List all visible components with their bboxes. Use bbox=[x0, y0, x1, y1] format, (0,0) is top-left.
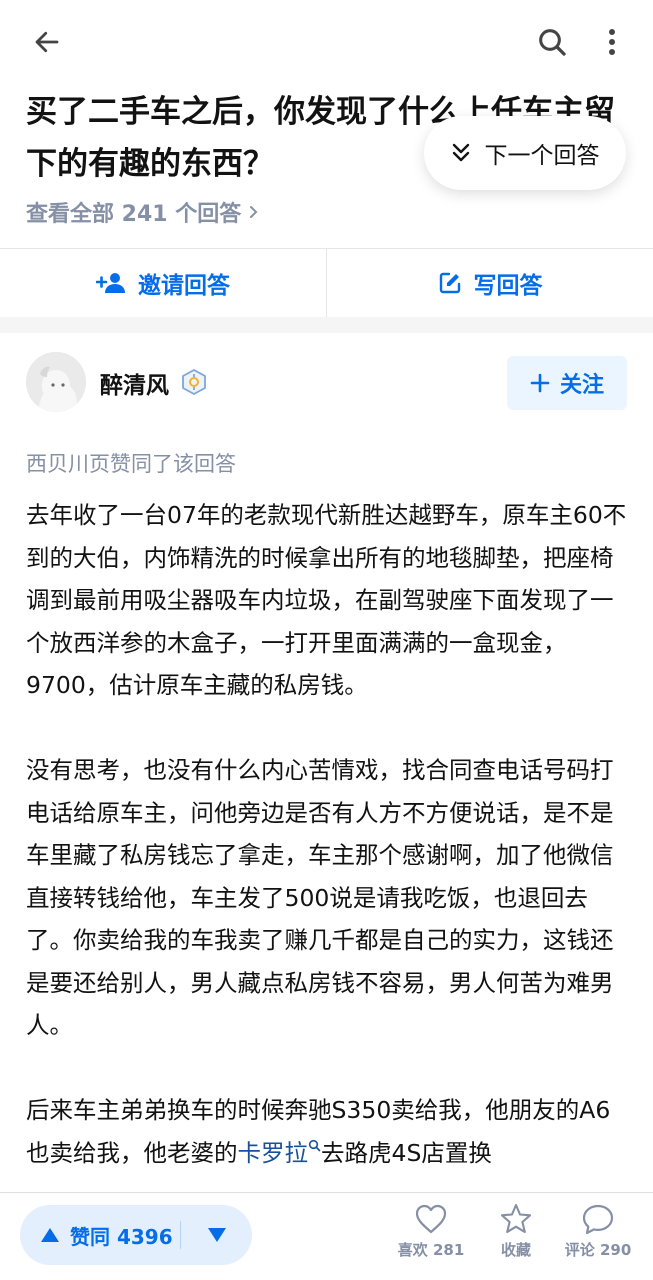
invite-answer-button[interactable]: 邀请回答 bbox=[0, 249, 326, 317]
keyword-label: 卡罗拉 bbox=[237, 1138, 309, 1167]
more-vertical-icon bbox=[609, 29, 615, 55]
chevron-right-icon bbox=[250, 206, 258, 218]
voters-note: 西贝川页赞同了该回答 bbox=[26, 452, 236, 476]
follow-button[interactable]: 关注 bbox=[507, 356, 627, 410]
answer-paragraph: 去年收了一台07年的老款现代新胜达越野车，原车主60不到的大伯，内饰精洗的时候拿… bbox=[26, 501, 627, 699]
vote-count: 赞同 4396 bbox=[70, 1224, 173, 1249]
search-icon bbox=[539, 29, 566, 56]
star-icon bbox=[500, 1203, 532, 1234]
author-name[interactable]: 醉清风 bbox=[100, 366, 169, 400]
view-all-answers-label: 查看全部 241 个回答 bbox=[26, 202, 242, 227]
default-avatar-icon bbox=[26, 352, 86, 412]
badge-icon bbox=[182, 368, 206, 396]
plus-icon bbox=[530, 373, 550, 393]
next-answer-label: 下一个回答 bbox=[484, 143, 600, 169]
invite-answer-label: 邀请回答 bbox=[138, 273, 230, 299]
comment-button[interactable]: 评论 290 bbox=[563, 1203, 633, 1260]
view-all-answers-link[interactable]: 查看全部 241 个回答 bbox=[26, 196, 259, 228]
answer-content: 去年收了一台07年的老款现代新胜达越野车，原车主60不到的大伯，内饰精洗的时候拿… bbox=[26, 494, 631, 1217]
favorite-button[interactable]: 收藏 bbox=[481, 1203, 551, 1260]
search-keyword-icon bbox=[308, 1139, 321, 1151]
bottom-action-bar: 赞同 4396 喜欢 281 收藏 评论 290 bbox=[0, 1192, 653, 1280]
back-arrow-icon bbox=[35, 31, 59, 53]
write-answer-label: 写回答 bbox=[473, 273, 543, 299]
answer-paragraph: 没有思考，也没有什么内心苦情戏，找合同查电话号码打电话给原车主，问他旁边是否有人… bbox=[26, 756, 614, 1039]
vote-down-icon bbox=[207, 1228, 226, 1242]
avatar[interactable] bbox=[26, 352, 86, 412]
edit-icon bbox=[439, 272, 460, 294]
write-answer-button[interactable]: 写回答 bbox=[327, 249, 653, 317]
back-button[interactable] bbox=[20, 20, 74, 64]
like-button[interactable]: 喜欢 281 bbox=[396, 1203, 466, 1260]
vote-pill: 赞同 4396 bbox=[20, 1205, 252, 1265]
vote-down-button[interactable] bbox=[181, 1227, 252, 1243]
section-separator bbox=[0, 317, 653, 333]
comment-label: 评论 290 bbox=[564, 1241, 632, 1259]
vote-up-icon bbox=[41, 1228, 59, 1242]
favorite-label: 收藏 bbox=[500, 1241, 531, 1259]
heart-icon bbox=[415, 1204, 447, 1234]
follow-label: 关注 bbox=[559, 373, 604, 398]
like-label: 喜欢 281 bbox=[397, 1241, 465, 1259]
answer-paragraph: 后来车主弟弟换车的时候奔驰S350卖给我，他朋友的A6也卖给我，他老婆的卡罗拉去… bbox=[26, 1089, 631, 1174]
vote-up-button[interactable]: 赞同 4396 bbox=[20, 1221, 180, 1250]
answer-text: 去路虎4S店置换 bbox=[321, 1138, 492, 1167]
top-bar bbox=[0, 0, 653, 84]
question-action-bar: 邀请回答 写回答 bbox=[0, 249, 653, 317]
author-row: 醉清风 关注 bbox=[26, 352, 627, 414]
next-answer-button[interactable]: 下一个回答 bbox=[424, 116, 626, 190]
add-user-icon bbox=[96, 273, 125, 293]
comment-icon bbox=[582, 1204, 614, 1235]
more-button[interactable] bbox=[592, 20, 632, 64]
double-chevron-down-icon bbox=[452, 143, 469, 162]
keyword-link[interactable]: 卡罗拉 bbox=[238, 1139, 322, 1167]
search-button[interactable] bbox=[528, 20, 576, 64]
